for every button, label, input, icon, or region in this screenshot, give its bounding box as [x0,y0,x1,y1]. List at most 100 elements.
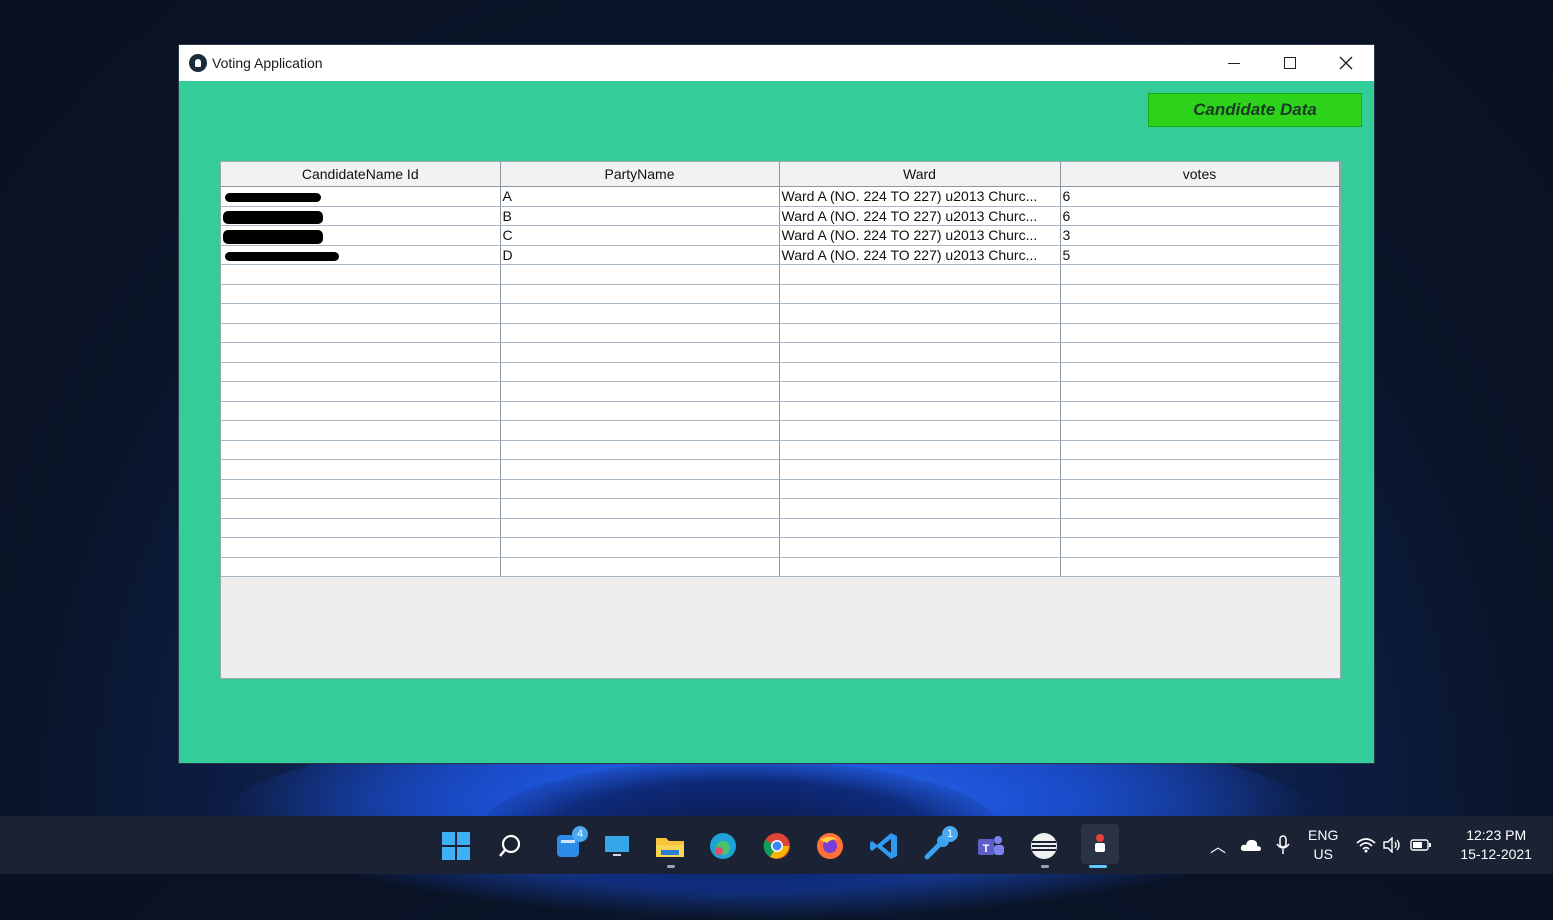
empty-cell[interactable] [779,498,1061,519]
search-button[interactable] [494,830,526,862]
table-row-empty[interactable] [221,284,1340,304]
empty-cell[interactable] [779,420,1061,441]
candidate-name-cell[interactable] [221,245,501,265]
column-header-party[interactable]: PartyName [500,162,780,187]
empty-cell[interactable] [500,420,780,441]
empty-cell[interactable] [1060,401,1340,421]
empty-cell[interactable] [500,342,780,363]
empty-cell[interactable] [779,557,1061,577]
microphone-icon[interactable] [1276,835,1290,855]
candidate-name-cell[interactable] [221,186,501,207]
title-bar[interactable]: Voting Application [179,45,1374,81]
empty-cell[interactable] [1060,537,1340,558]
battery-icon[interactable] [1410,839,1432,851]
empty-cell[interactable] [221,440,501,460]
empty-cell[interactable] [1060,518,1340,538]
widgets-button[interactable]: 4 [552,826,588,862]
empty-cell[interactable] [1060,284,1340,304]
empty-cell[interactable] [221,479,501,499]
cloud-icon[interactable] [1240,838,1262,852]
empty-cell[interactable] [221,342,501,363]
ward-cell[interactable]: Ward A (NO. 224 TO 227) u2013 Churc... [779,245,1061,265]
table-row-empty[interactable] [221,381,1340,402]
party-cell[interactable]: D [500,245,780,265]
empty-cell[interactable] [779,323,1061,343]
table-row-empty[interactable] [221,420,1340,441]
empty-cell[interactable] [779,381,1061,402]
table-row-empty[interactable] [221,557,1340,577]
close-button[interactable] [1318,45,1374,81]
party-cell[interactable]: B [500,206,780,226]
table-row-empty[interactable] [221,264,1340,285]
empty-cell[interactable] [1060,557,1340,577]
empty-cell[interactable] [779,264,1061,285]
empty-cell[interactable] [779,440,1061,460]
empty-cell[interactable] [221,498,501,519]
votes-cell[interactable]: 6 [1060,186,1340,207]
teams-button[interactable]: T [975,830,1007,862]
table-row-empty[interactable] [221,498,1340,519]
empty-cell[interactable] [221,362,501,382]
candidate-data-button[interactable]: Candidate Data [1148,93,1362,127]
terminal-button[interactable] [1028,830,1060,862]
empty-cell[interactable] [779,537,1061,558]
firefox-button[interactable] [814,830,846,862]
empty-cell[interactable] [221,518,501,538]
empty-cell[interactable] [500,537,780,558]
empty-cell[interactable] [1060,362,1340,382]
empty-cell[interactable] [500,401,780,421]
empty-cell[interactable] [500,518,780,538]
column-header-ward[interactable]: Ward [779,162,1061,187]
table-row-empty[interactable] [221,440,1340,460]
table-row-empty[interactable] [221,537,1340,558]
empty-cell[interactable] [779,342,1061,363]
empty-cell[interactable] [1060,420,1340,441]
table-row[interactable]: B Ward A (NO. 224 TO 227) u2013 Churc...… [221,206,1340,226]
empty-cell[interactable] [500,498,780,519]
empty-cell[interactable] [1060,440,1340,460]
table-row[interactable]: A Ward A (NO. 224 TO 227) u2013 Churc...… [221,186,1340,207]
empty-cell[interactable] [1060,459,1340,480]
empty-cell[interactable] [500,303,780,324]
minimize-button[interactable] [1206,45,1262,81]
empty-cell[interactable] [779,518,1061,538]
empty-cell[interactable] [779,479,1061,499]
empty-cell[interactable] [221,303,501,324]
empty-cell[interactable] [221,420,501,441]
empty-cell[interactable] [221,264,501,285]
desktop-button[interactable] [601,830,633,862]
empty-cell[interactable] [500,323,780,343]
empty-cell[interactable] [1060,498,1340,519]
empty-cell[interactable] [221,401,501,421]
chrome-button[interactable] [761,830,793,862]
empty-cell[interactable] [779,459,1061,480]
volume-icon[interactable] [1382,837,1402,853]
party-cell[interactable]: C [500,225,780,246]
language-indicator[interactable]: ENG US [1308,826,1338,864]
empty-cell[interactable] [1060,323,1340,343]
votes-cell[interactable]: 3 [1060,225,1340,246]
table-row-empty[interactable] [221,342,1340,363]
maximize-button[interactable] [1262,45,1318,81]
table-row-empty[interactable] [221,518,1340,538]
empty-cell[interactable] [500,440,780,460]
wifi-icon[interactable] [1356,837,1376,853]
candidate-table[interactable]: CandidateName Id PartyName Ward votes A … [221,162,1340,577]
empty-cell[interactable] [779,362,1061,382]
table-row[interactable]: D Ward A (NO. 224 TO 227) u2013 Churc...… [221,245,1340,265]
votes-cell[interactable]: 6 [1060,206,1340,226]
table-row-empty[interactable] [221,459,1340,480]
empty-cell[interactable] [1060,342,1340,363]
empty-cell[interactable] [1060,264,1340,285]
ward-cell[interactable]: Ward A (NO. 224 TO 227) u2013 Churc... [779,186,1061,207]
vscode-button[interactable] [868,830,900,862]
candidate-name-cell[interactable] [221,206,501,226]
table-row-empty[interactable] [221,323,1340,343]
ward-cell[interactable]: Ward A (NO. 224 TO 227) u2013 Churc... [779,225,1061,246]
empty-cell[interactable] [221,381,501,402]
table-row-empty[interactable] [221,479,1340,499]
steam-button[interactable]: 1 [922,826,958,862]
empty-cell[interactable] [1060,479,1340,499]
empty-cell[interactable] [500,479,780,499]
table-row-empty[interactable] [221,303,1340,324]
